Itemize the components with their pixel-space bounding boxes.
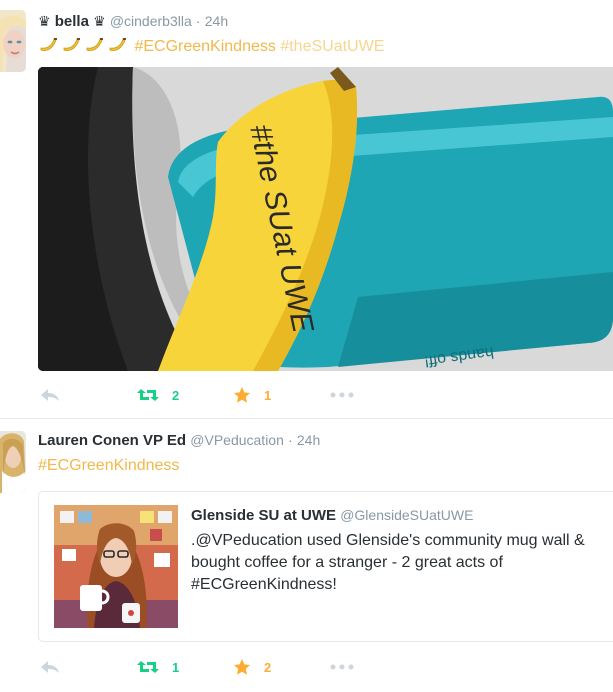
star-icon	[234, 659, 250, 675]
favorite-button[interactable]: 2	[233, 656, 271, 678]
retweet-count: 1	[172, 659, 180, 675]
quoted-text-line: bought coffee for a stranger - 2 great a…	[191, 554, 503, 571]
tweet-text: #ECGreenKindness	[38, 457, 179, 475]
quoted-tweet-header: Glenside SU at UWE @GlensideSUatUWE	[191, 507, 473, 524]
retweet-button[interactable]: 1	[136, 656, 179, 678]
crown-icon: ♛	[38, 13, 51, 29]
banana-emoji	[109, 38, 126, 51]
tweet-actions: 1 2	[40, 656, 600, 678]
banana-emoji	[40, 38, 57, 51]
favorite-count: 1	[264, 387, 272, 403]
tweet-photo[interactable]: hands off! #the SUat UWE	[38, 67, 613, 371]
banana-emoji	[86, 38, 103, 51]
hashtag-link[interactable]: #theSUatUWE	[280, 38, 384, 55]
favorite-count: 2	[264, 659, 272, 675]
avatar[interactable]	[0, 431, 26, 493]
quoted-tweet-photo[interactable]	[54, 505, 178, 628]
separator: ·	[195, 13, 201, 29]
hashtag-link[interactable]: #ECGreenKindness	[38, 457, 179, 474]
favorite-button[interactable]: 1	[233, 384, 271, 406]
avatar[interactable]	[0, 10, 26, 72]
quoted-display-name[interactable]: Glenside SU at UWE	[191, 507, 336, 524]
banana-emoji	[63, 38, 80, 51]
quoted-tweet-text: .@VPeducation used Glenside's community …	[191, 530, 611, 596]
display-name[interactable]: bella	[55, 13, 89, 30]
reply-icon	[41, 661, 59, 673]
user-handle[interactable]: @VPeducation	[190, 432, 284, 448]
more-icon	[330, 392, 354, 398]
quoted-text-line: .@VPeducation used Glenside's community …	[191, 532, 585, 549]
tweet-text: #ECGreenKindness #theSUatUWE	[38, 37, 384, 56]
quoted-tweet[interactable]: Glenside SU at UWE @GlensideSUatUWE .@VP…	[38, 491, 613, 642]
star-icon	[234, 387, 250, 403]
retweet-icon	[137, 661, 159, 673]
display-name[interactable]: Lauren Conen VP Ed	[38, 432, 186, 449]
timestamp[interactable]: 24h	[205, 13, 228, 29]
retweet-button[interactable]: 2	[136, 384, 179, 406]
retweet-icon	[137, 389, 159, 401]
quoted-text-line: #ECGreenKindness!	[191, 576, 337, 593]
tweet-header: ♛ bella ♛ @cinderb3lla · 24h	[38, 13, 228, 30]
retweet-count: 2	[172, 387, 180, 403]
reply-button[interactable]	[40, 384, 60, 406]
more-button[interactable]	[330, 656, 354, 678]
tweet-actions: 2 1	[40, 384, 600, 406]
separator: ·	[288, 432, 293, 448]
tweet-header: Lauren Conen VP Ed @VPeducation · 24h	[38, 432, 320, 449]
timestamp[interactable]: 24h	[297, 432, 320, 448]
user-handle[interactable]: @cinderb3lla	[110, 13, 192, 29]
tweet[interactable]: Lauren Conen VP Ed @VPeducation · 24h #E…	[0, 419, 613, 692]
more-icon	[330, 664, 354, 670]
tweet[interactable]: ♛ bella ♛ @cinderb3lla · 24h #ECGreenKin…	[0, 0, 613, 418]
quoted-user-handle[interactable]: @GlensideSUatUWE	[340, 507, 473, 523]
more-button[interactable]	[330, 384, 354, 406]
reply-icon	[41, 389, 59, 401]
reply-button[interactable]	[40, 656, 60, 678]
crown-icon: ♛	[93, 13, 106, 29]
hashtag-link[interactable]: #ECGreenKindness	[134, 38, 275, 55]
